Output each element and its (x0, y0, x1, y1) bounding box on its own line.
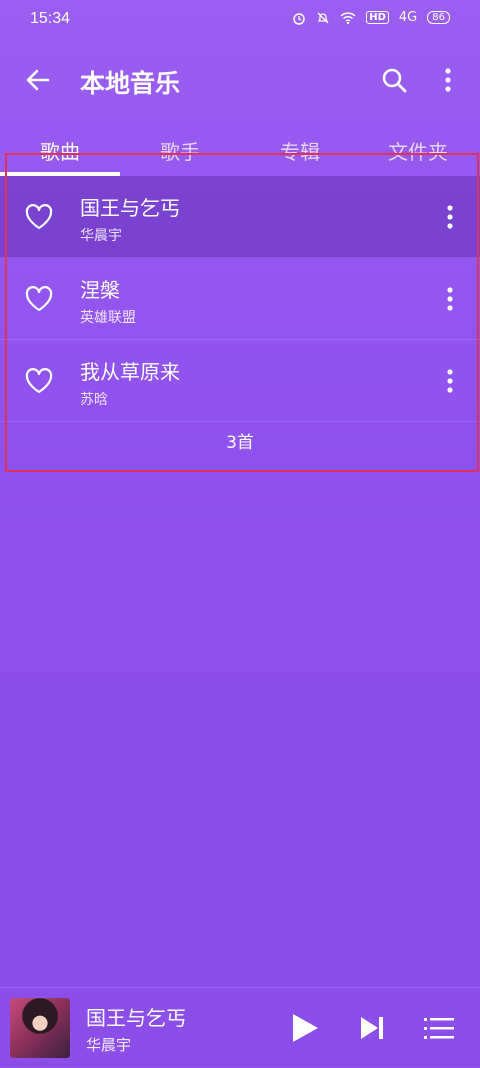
back-arrow-icon[interactable] (24, 66, 52, 94)
now-playing-title: 国王与乞丐 (86, 1006, 186, 1030)
status-icons: HD 4G 86 (292, 10, 450, 25)
playlist-queue-icon[interactable] (424, 1016, 454, 1040)
status-time: 15:34 (30, 10, 71, 27)
now-playing-artist: 华晨宇 (86, 1036, 132, 1054)
tab-folders[interactable]: 文件夹 (388, 136, 448, 165)
more-options-icon[interactable] (442, 203, 458, 231)
app-bar: 本地音乐 (0, 40, 480, 120)
wifi-icon (340, 11, 356, 24)
song-artist: 华晨宇 (80, 228, 122, 244)
hd-badge: HD (366, 11, 389, 24)
status-bar: 15:34 HD 4G 86 (0, 0, 480, 40)
tab-bar: 歌曲 歌手 专辑 文件夹 (0, 120, 480, 176)
tab-songs[interactable]: 歌曲 (40, 136, 80, 165)
heart-icon[interactable] (24, 285, 54, 313)
page-title: 本地音乐 (80, 69, 181, 98)
mini-player[interactable]: 国王与乞丐 华晨宇 (0, 987, 480, 1068)
more-options-icon[interactable] (442, 285, 458, 313)
album-art[interactable] (10, 998, 70, 1058)
heart-icon[interactable] (24, 367, 54, 395)
song-count: 3首 (226, 433, 254, 453)
song-row[interactable]: 国王与乞丐 华晨宇 (0, 176, 480, 258)
tab-albums[interactable]: 专辑 (280, 136, 320, 165)
heart-icon[interactable] (24, 203, 54, 231)
song-artist: 苏晗 (80, 392, 108, 408)
skip-next-icon[interactable] (358, 1014, 386, 1042)
song-title: 我从草原来 (80, 360, 180, 384)
song-row[interactable]: 我从草原来 苏晗 (0, 340, 480, 422)
song-list: 国王与乞丐 华晨宇 涅槃 英雄联盟 我从草原来 苏晗 (0, 176, 480, 422)
song-artist: 英雄联盟 (80, 310, 136, 326)
battery-indicator: 86 (427, 11, 450, 24)
tab-artists[interactable]: 歌手 (160, 136, 200, 165)
alarm-icon (293, 12, 305, 25)
more-options-icon[interactable] (440, 66, 456, 94)
network-indicator: 4G (398, 10, 418, 25)
search-icon[interactable] (380, 66, 408, 94)
play-icon[interactable] (290, 1012, 320, 1044)
song-row[interactable]: 涅槃 英雄联盟 (0, 258, 480, 340)
more-options-icon[interactable] (442, 367, 458, 395)
song-title: 涅槃 (80, 278, 120, 302)
song-title: 国王与乞丐 (80, 196, 180, 220)
mute-bell-icon (317, 12, 329, 23)
